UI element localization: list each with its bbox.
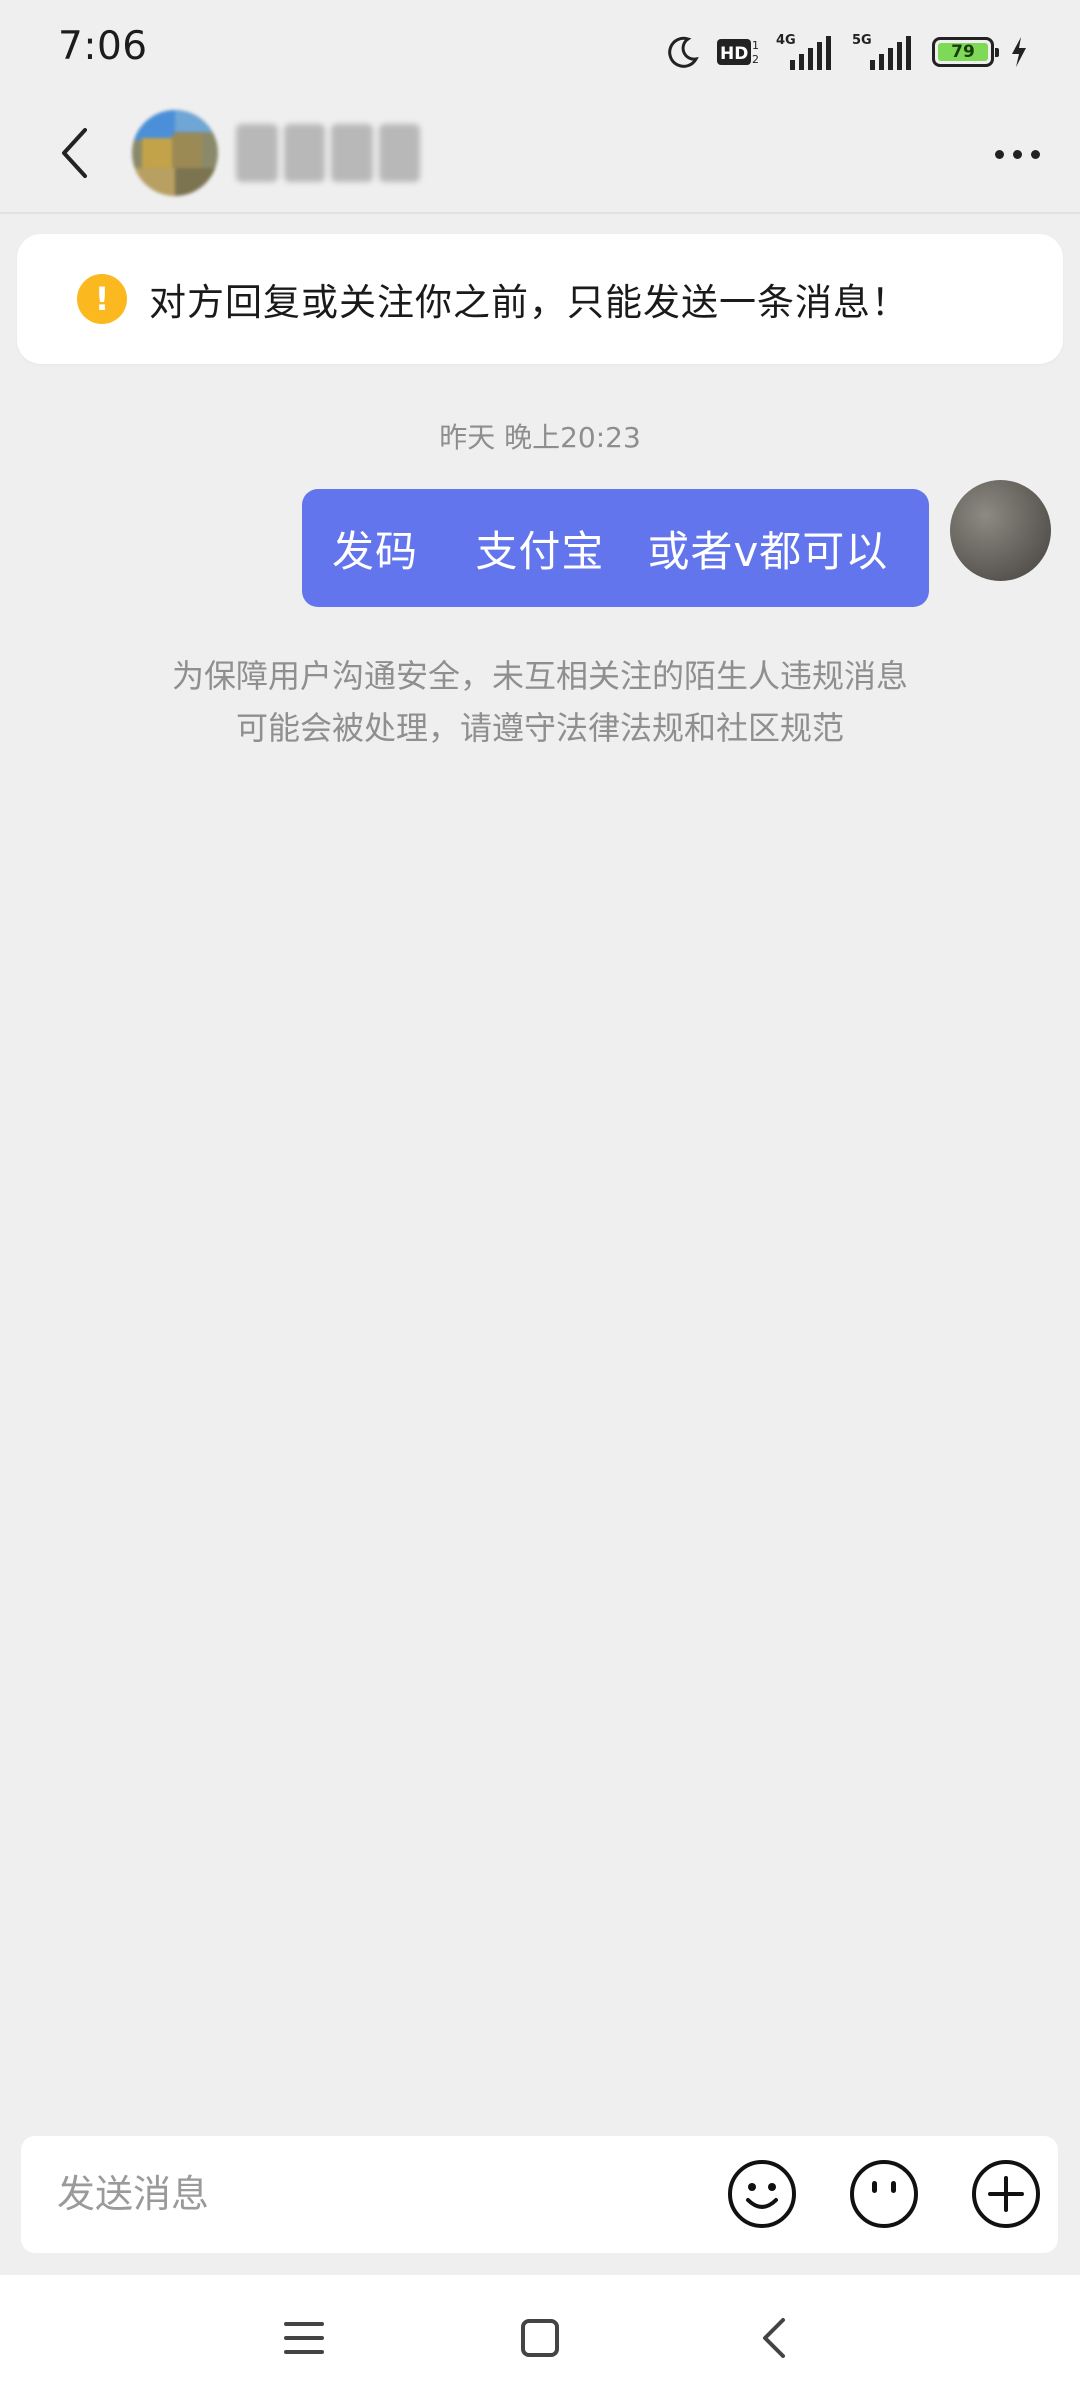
svg-text:1: 1 [752,39,759,52]
svg-text:2: 2 [752,53,759,66]
sticker-icon [850,2160,918,2228]
notice-text: 对方回复或关注你之前，只能发送一条消息！ [149,281,909,324]
battery-icon: 79 [932,37,999,67]
charging-icon [1012,37,1026,67]
contact-avatar[interactable] [132,110,218,196]
signal-4g-label: 4G [776,33,796,48]
exclamation-icon: ! [77,274,127,324]
message-limit-notice: ! 对方回复或关注你之前，只能发送一条消息！ [17,234,1063,364]
chat-header [0,100,1080,212]
system-tip-line2: 可能会被处理，请遵守法律法规和社区规范 [235,709,844,747]
back-icon [763,2318,785,2358]
more-actions-button[interactable] [968,2156,1044,2232]
battery-level: 79 [938,42,988,62]
my-avatar[interactable] [950,480,1051,581]
signal-4g-icon: 4G [776,33,831,70]
header-divider [0,212,1080,214]
chevron-left-icon [62,128,87,178]
hd-label: HD [720,44,748,64]
more-horizontal-icon [994,149,1004,159]
hd-icon: HD 1 2 [717,39,759,66]
system-tip-line1: 为保障用户沟通安全，未互相关注的陌生人违规消息 [171,657,908,695]
nav-back-button[interactable] [729,2303,819,2373]
message-timestamp: 昨天 晚上20:23 [439,421,641,454]
back-button[interactable] [44,118,104,188]
message-input-bar [21,2136,1058,2253]
status-time: 7:06 [58,24,148,69]
chat-screen: 7:06 HD 1 2 4G 5G 79 ! 对方回复或关注你之前，只能发送一条… [0,0,1080,2401]
emoji-button[interactable] [724,2156,800,2232]
menu-icon [284,2322,324,2354]
emoji-icon [728,2160,796,2228]
status-icons: HD 1 2 4G 5G 79 [666,30,1028,74]
system-nav-bar [0,2275,1080,2401]
status-bar: 7:06 HD 1 2 4G 5G 79 [0,0,1080,100]
signal-5g-icon: 5G [852,33,911,70]
signal-5g-label: 5G [852,33,872,48]
system-safety-tip: 为保障用户沟通安全，未互相关注的陌生人违规消息 可能会被处理，请遵守法律法规和社… [0,650,1080,754]
outgoing-message-bubble[interactable]: 发码 支付宝 或者v都可以 [302,489,929,607]
more-options-button[interactable] [982,126,1052,182]
home-icon [521,2319,559,2357]
nav-home-button[interactable] [495,2303,585,2373]
plus-icon [972,2160,1040,2228]
nav-menu-button[interactable] [259,2303,349,2373]
sticker-button[interactable] [846,2156,922,2232]
moon-icon [668,36,699,68]
message-input[interactable] [57,2162,677,2226]
contact-name-blurred [236,124,420,182]
